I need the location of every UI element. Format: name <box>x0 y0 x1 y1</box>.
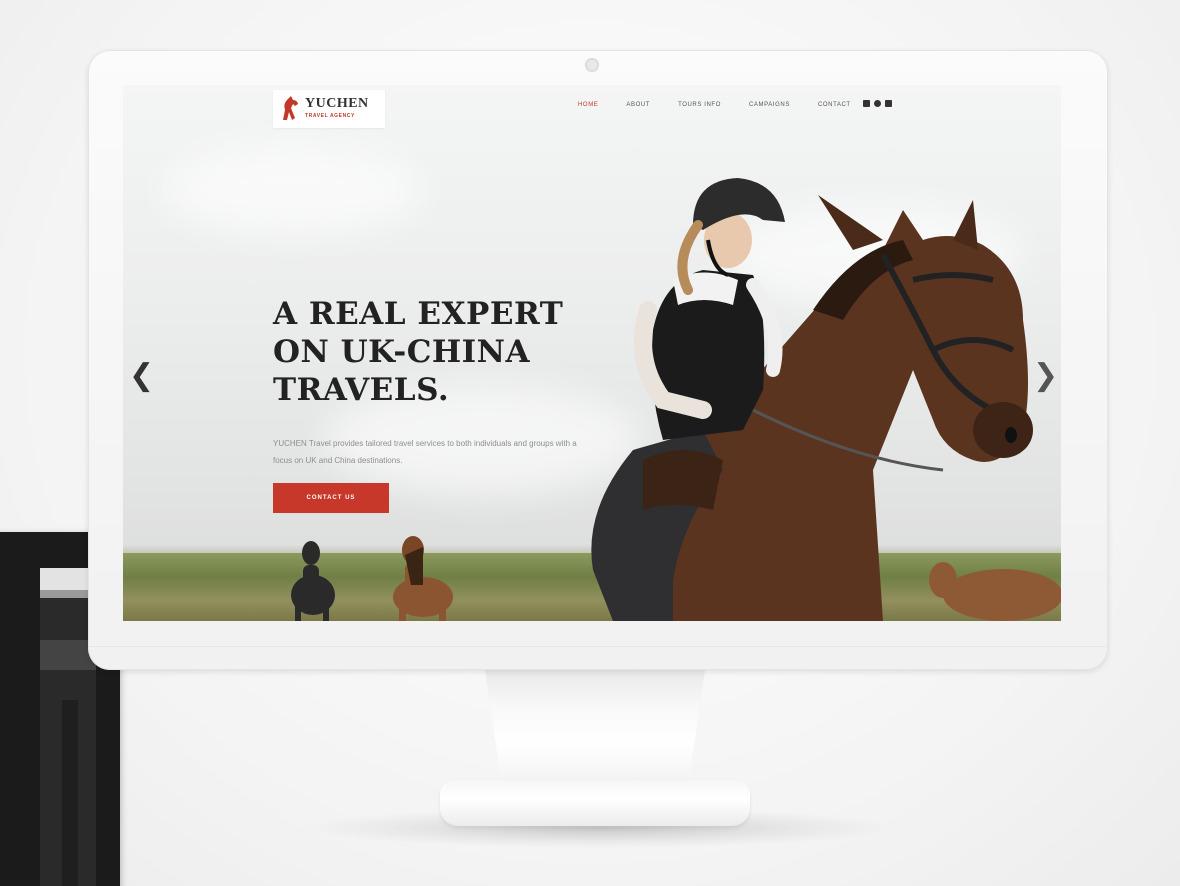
camera-icon <box>585 58 599 72</box>
imac-stand-neck <box>485 670 705 790</box>
nav-item-contact[interactable]: CONTACT <box>818 102 851 108</box>
contact-us-button[interactable]: CONTACT US <box>273 483 389 513</box>
logo[interactable]: YUCHEN TRAVEL AGENCY <box>273 90 385 128</box>
brown-horse <box>393 536 453 621</box>
nav-item-tours[interactable]: TOURS INFO <box>678 102 721 108</box>
imac-stand-base <box>440 780 750 826</box>
black-horse <box>291 541 335 621</box>
hero-title: A REAL EXPERT ON UK-CHINA TRAVELS. <box>273 296 564 408</box>
logo-name: YUCHEN <box>305 96 369 111</box>
product-mockup: YUCHEN TRAVEL AGENCY HOME ABOUT TOURS IN… <box>0 0 1180 886</box>
horse-ear-left <box>818 195 883 250</box>
hero-image-rider-horse <box>591 178 1033 621</box>
facebook-icon[interactable] <box>863 100 870 107</box>
mail-icon[interactable] <box>885 100 892 107</box>
logo-tagline: TRAVEL AGENCY <box>305 113 355 119</box>
social-links <box>863 100 892 107</box>
horse-logo-icon <box>283 96 298 120</box>
nav-item-campaigns[interactable]: CAMPAIGNS <box>749 102 790 108</box>
instagram-icon[interactable] <box>874 100 881 107</box>
nav-item-home[interactable]: HOME <box>578 102 598 108</box>
chevron-left-icon[interactable]: ❮ <box>129 360 154 392</box>
imac-chin-divider <box>88 646 1108 647</box>
website-screen: YUCHEN TRAVEL AGENCY HOME ABOUT TOURS IN… <box>123 85 1061 621</box>
nav-item-about[interactable]: ABOUT <box>626 102 650 108</box>
laptop-stripe <box>62 700 78 886</box>
main-nav: HOME ABOUT TOURS INFO CAMPAIGNS CONTACT <box>578 102 879 108</box>
chevron-right-icon[interactable]: ❯ <box>1033 360 1058 392</box>
hero-description: YUCHEN Travel provides tailored travel s… <box>273 439 577 465</box>
